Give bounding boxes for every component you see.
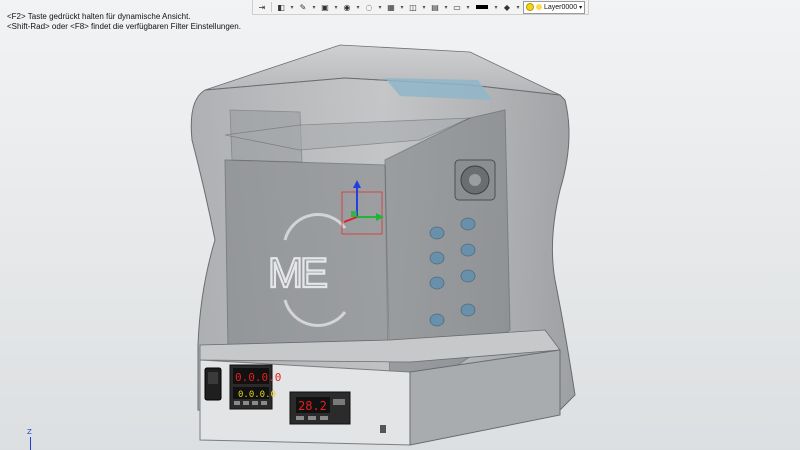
chevron-down-icon[interactable]: ▾ xyxy=(465,2,471,13)
controller-left-display-bottom: 0.0.0.0 xyxy=(238,390,276,400)
controller-right-display: 28.2 xyxy=(298,399,327,413)
chevron-down-icon[interactable]: ▾ xyxy=(493,2,499,13)
logo-text: ME xyxy=(268,249,327,296)
sphere-icon[interactable]: ◉ xyxy=(341,2,353,13)
chevron-down-icon[interactable]: ▾ xyxy=(515,2,521,13)
axis-triad: Z xyxy=(26,428,42,450)
chevron-down-icon[interactable]: ▾ xyxy=(355,2,361,13)
view-toolbar: ⇥ ◧ ▾ ✎ ▾ ▣ ▾ ◉ ▾ ◌ ▾ ▦ ▾ ◫ ▾ ▤ ▾ ▭ ▾ ▾ … xyxy=(252,0,590,15)
chevron-down-icon[interactable]: ▾ xyxy=(289,2,295,13)
axis-z-line xyxy=(30,437,31,450)
grid-icon[interactable]: ▦ xyxy=(385,2,397,13)
exit-icon[interactable]: ⇥ xyxy=(256,2,268,13)
chevron-down-icon[interactable]: ▾ xyxy=(333,2,339,13)
line-color-icon[interactable]: ▤ xyxy=(429,2,441,13)
pen-icon[interactable]: ✎ xyxy=(297,2,309,13)
layer-dropdown[interactable]: Layer0000 ▾ xyxy=(523,0,586,14)
cube-icon[interactable]: ▣ xyxy=(319,2,331,13)
toolbar-separator xyxy=(271,2,272,12)
line-style-icon[interactable]: ▭ xyxy=(451,2,463,13)
chevron-down-icon: ▾ xyxy=(579,4,583,11)
hint-line-filter-settings: <Shift-Rad> oder <F8> findet die verfügb… xyxy=(7,22,241,31)
controller-left-display-top: 0.0.0.0 xyxy=(235,371,281,384)
3d-viewport[interactable]: <F2> Taste gedrückt halten für dynamisch… xyxy=(0,0,800,450)
3d-model-enclosure[interactable]: ME 0.0.0.0 0.0.0.0 28.2 xyxy=(0,0,800,450)
hint-line-dynamic-view: <F2> Taste gedrückt halten für dynamisch… xyxy=(7,12,191,21)
base-screw xyxy=(380,425,386,433)
power-switch-rocker xyxy=(208,372,218,384)
layer-name: Layer0000 xyxy=(544,3,578,11)
chevron-down-icon[interactable]: ▾ xyxy=(311,2,317,13)
view-icon[interactable]: ◧ xyxy=(275,2,287,13)
chevron-down-icon[interactable]: ▾ xyxy=(421,2,427,13)
render-icon[interactable]: ◫ xyxy=(407,2,419,13)
sun-icon xyxy=(536,4,542,10)
chevron-down-icon[interactable]: ▾ xyxy=(399,2,405,13)
lightbulb-icon xyxy=(526,3,534,11)
temperature-controller-right: 28.2 xyxy=(289,391,351,425)
axis-z-label: Z xyxy=(27,428,32,436)
chevron-down-icon[interactable]: ▾ xyxy=(377,2,383,13)
filter-icon[interactable]: ◌ xyxy=(363,2,375,13)
layer-icon[interactable]: ◆ xyxy=(501,2,513,13)
chevron-down-icon[interactable]: ▾ xyxy=(443,2,449,13)
color-swatch[interactable] xyxy=(476,5,488,9)
hint-text: <F2> Taste gedrückt halten für dynamisch… xyxy=(7,12,241,32)
fan-hub xyxy=(469,174,481,186)
